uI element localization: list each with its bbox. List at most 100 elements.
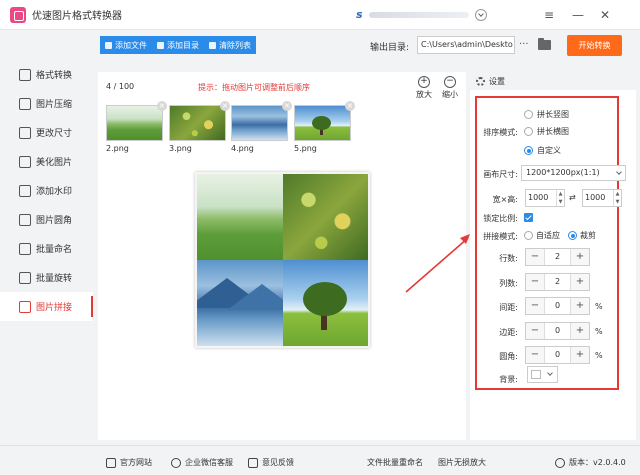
background-color-picker[interactable] xyxy=(527,366,558,383)
monitor-icon xyxy=(106,457,116,468)
sidebar-item-watermark[interactable]: 添加水印 xyxy=(0,176,93,205)
beautify-icon xyxy=(19,155,31,168)
mode-crop-radio[interactable] xyxy=(568,231,577,240)
sidebar-item-format-convert[interactable]: 格式转换 xyxy=(0,60,93,89)
mode-adaptive-radio[interactable] xyxy=(524,231,533,240)
canvas-size-select[interactable]: 1200*1200px(1:1) xyxy=(521,165,626,181)
lossless-zoom-link[interactable]: 图片无损放大 xyxy=(438,457,486,468)
thumbnail-label: 4.png xyxy=(231,144,254,153)
batch-rename-link[interactable]: 文件批量重命名 xyxy=(367,457,423,468)
rename-icon xyxy=(19,242,31,255)
watermark-icon xyxy=(19,184,31,197)
add-file-button[interactable]: 添加文件 xyxy=(100,36,152,54)
corner-radius-stepper[interactable]: −0 + xyxy=(525,346,590,364)
swap-icon[interactable]: ⇄ xyxy=(569,193,576,202)
decrement-button[interactable]: − xyxy=(526,298,544,314)
convert-icon xyxy=(19,68,31,81)
increment-button[interactable]: + xyxy=(571,347,589,363)
minimize-button[interactable]: — xyxy=(570,7,586,23)
sidebar-item-rounded-corner[interactable]: 图片圆角 xyxy=(0,205,93,234)
sidebar-item-image-stitch[interactable]: 图片拼接 xyxy=(0,292,93,321)
user-name-blurred xyxy=(368,11,469,18)
info-icon xyxy=(555,457,565,468)
decrement-button[interactable]: − xyxy=(526,323,544,339)
sidebar-item-resize[interactable]: 更改尺寸 xyxy=(0,118,93,147)
cols-stepper[interactable]: −2 + xyxy=(525,273,590,291)
remove-icon[interactable]: × xyxy=(345,101,355,111)
increment-button[interactable]: + xyxy=(571,249,589,265)
gear-icon xyxy=(476,76,485,86)
sidebar-item-compress[interactable]: 图片压缩 xyxy=(0,89,93,118)
increment-button[interactable]: + xyxy=(571,323,589,339)
app-logo-icon xyxy=(10,6,26,23)
thumbnail-3[interactable]: × xyxy=(169,101,230,141)
stitch-mode-label: 拼接模式: xyxy=(483,232,518,241)
start-convert-button[interactable]: 开始转换 xyxy=(567,35,622,56)
cols-label: 列数: xyxy=(499,279,518,288)
open-folder-icon[interactable] xyxy=(538,38,551,50)
user-account[interactable]: s xyxy=(356,8,487,21)
thumbnail-5[interactable]: × xyxy=(294,101,355,141)
remove-icon[interactable]: × xyxy=(282,101,292,111)
toolbar: 添加文件 添加目录 清除列表 xyxy=(100,36,256,54)
rows-stepper[interactable]: −2 + xyxy=(525,248,590,266)
lock-ratio-checkbox[interactable] xyxy=(524,213,533,222)
width-input[interactable]: 1000 ▲ ▼ xyxy=(525,189,565,207)
drag-hint: 提示：拖动图片可调整前后顺序 xyxy=(198,83,310,92)
add-folder-button[interactable]: 添加目录 xyxy=(152,36,204,54)
decrement-button[interactable]: − xyxy=(526,347,544,363)
menu-icon[interactable]: ≡ xyxy=(541,7,557,23)
zoom-in-button[interactable]: + 放大 xyxy=(412,76,436,100)
website-link[interactable]: 官方网站 xyxy=(106,457,152,468)
preview-tile-bokeh xyxy=(282,174,368,260)
close-button[interactable]: ✕ xyxy=(597,7,613,23)
percent-unit: % xyxy=(595,351,603,360)
decrement-button[interactable]: − xyxy=(526,274,544,290)
output-dir-label: 输出目录: xyxy=(370,43,410,53)
remove-icon[interactable]: × xyxy=(157,101,167,111)
stitch-icon xyxy=(19,300,31,313)
chevron-down-icon xyxy=(547,370,553,376)
thumbnail-2[interactable]: × xyxy=(106,101,167,141)
trash-icon xyxy=(209,41,216,49)
chat-icon xyxy=(171,457,181,468)
sort-mode-label: 排序模式: xyxy=(483,128,518,137)
remove-icon[interactable]: × xyxy=(220,101,230,111)
increment-button[interactable]: + xyxy=(571,298,589,314)
spin-arrows-icon[interactable]: ▲ ▼ xyxy=(613,190,621,206)
height-input[interactable]: 1000 ▲ ▼ xyxy=(582,189,622,207)
user-logo: s xyxy=(356,8,363,21)
clear-list-button[interactable]: 清除列表 xyxy=(204,36,256,54)
sidebar: 格式转换 图片压缩 更改尺寸 美化图片 添加水印 图片圆角 批量命名 批量旋转 … xyxy=(0,60,93,440)
sort-vertical-radio[interactable] xyxy=(524,110,533,119)
rounded-corner-icon xyxy=(19,213,31,226)
zoom-out-button[interactable]: − 缩小 xyxy=(438,76,462,100)
spin-arrows-icon[interactable]: ▲ ▼ xyxy=(556,190,564,206)
output-path-field[interactable]: C:\Users\admin\Deskto xyxy=(417,36,515,54)
feedback-link[interactable]: 意见反馈 xyxy=(248,457,294,468)
zoom-in-icon: + xyxy=(418,76,430,88)
browse-button[interactable]: ··· xyxy=(519,36,533,54)
resize-icon xyxy=(19,126,31,139)
corner-radius-label: 圆角: xyxy=(499,352,518,361)
feedback-icon xyxy=(248,457,258,468)
percent-unit: % xyxy=(595,302,603,311)
wechat-service-link[interactable]: 企业微信客服 xyxy=(171,457,233,468)
spacing-stepper[interactable]: −0 + xyxy=(525,297,590,315)
color-swatch xyxy=(531,370,541,379)
sort-option-label: 拼长竖图 xyxy=(537,110,569,119)
sort-custom-radio[interactable] xyxy=(524,146,533,155)
increment-button[interactable]: + xyxy=(571,274,589,290)
sort-horizontal-radio[interactable] xyxy=(524,127,533,136)
spacing-label: 间距: xyxy=(499,303,518,312)
chevron-down-icon[interactable] xyxy=(474,8,487,21)
app-title: 优速图片格式转换器 xyxy=(32,11,122,22)
sidebar-item-batch-rotate[interactable]: 批量旋转 xyxy=(0,263,93,292)
margin-stepper[interactable]: −0 + xyxy=(525,322,590,340)
preview-tile-tree xyxy=(282,260,368,346)
version-info: 版本：v2.0.4.0 xyxy=(555,457,626,468)
sidebar-item-beautify[interactable]: 美化图片 xyxy=(0,147,93,176)
decrement-button[interactable]: − xyxy=(526,249,544,265)
sidebar-item-batch-rename[interactable]: 批量命名 xyxy=(0,234,93,263)
thumbnail-4[interactable]: × xyxy=(231,101,292,141)
